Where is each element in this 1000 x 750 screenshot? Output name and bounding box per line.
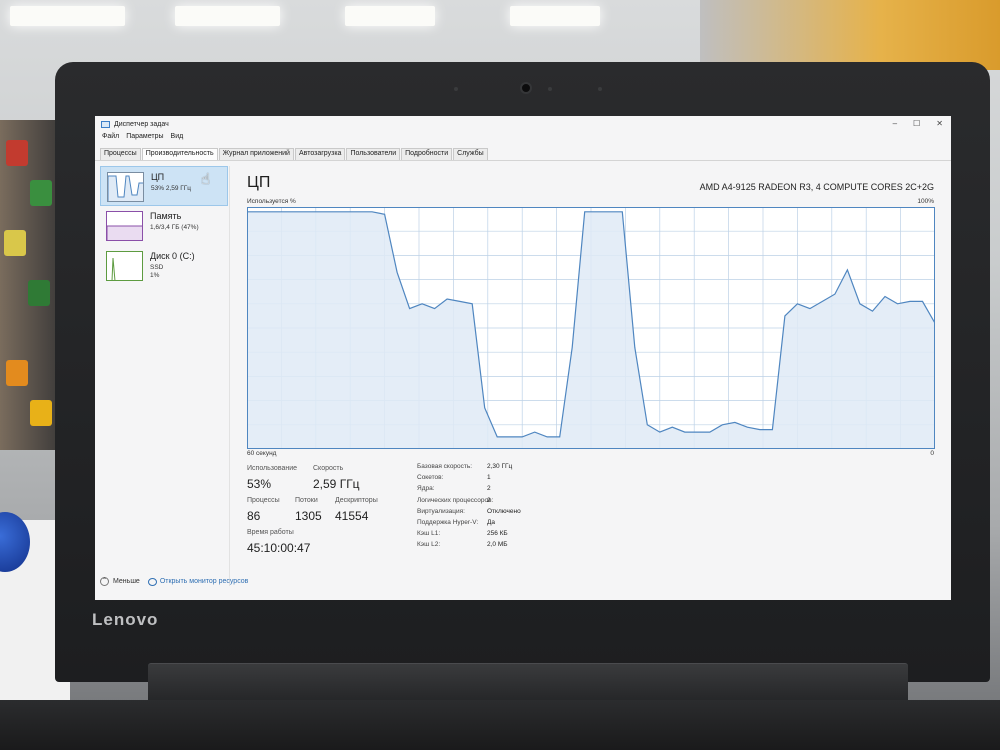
menu-view[interactable]: Вид [171,133,184,140]
cpu-model-name: AMD A4-9125 RADEON R3, 4 COMPUTE CORES 2… [699,182,934,192]
tab-divider [95,160,951,161]
handles-label: Дескрипторы [335,497,378,504]
sidebar-disk-type: SSD [150,264,164,271]
title-bar[interactable]: Диспетчер задач – ☐ ✕ [95,116,951,132]
tab-strip: Процессы Производительность Журнал прило… [100,148,489,160]
store-shelf-left [0,120,60,450]
memory-thumbnail-graph [106,211,143,241]
uptime-label: Время работы [247,529,294,536]
resource-monitor-icon [147,577,157,586]
laptop-base [0,700,1000,750]
spec-label: Ядра: [417,485,435,493]
sidebar-memory-sub: 1,6/3,4 ГБ (47%) [150,224,199,231]
spec-label: Кэш L1: [417,530,441,538]
spec-label: Базовая скорость: [417,463,473,470]
usage-value: 53% [247,477,272,491]
tab-app-history[interactable]: Журнал приложений [218,148,294,160]
footer-bar: ⌃ Меньше Открыть монитор ресурсов [100,577,248,586]
sidebar-item-cpu[interactable]: ЦП 53% 2,59 ГГц ☝ [100,166,228,206]
spec-value: 256 КБ [487,530,508,538]
tab-services[interactable]: Службы [453,148,488,160]
webcam-mic [598,87,602,91]
maximize-button[interactable]: ☐ [913,119,920,128]
hand-cursor-icon: ☝ [201,171,211,188]
sidebar-cpu-sub: 53% 2,59 ГГц [151,185,192,192]
ceiling-light [10,6,125,26]
menu-options[interactable]: Параметры [126,133,163,140]
uptime-value: 45:10:00:47 [247,541,311,555]
threads-label: Потоки [295,497,318,504]
spec-label: Виртуализация: [417,507,465,515]
task-manager-icon [101,120,110,128]
cpu-thumbnail-graph [107,172,144,202]
webcam [520,82,532,94]
spec-label: Поддержка Hyper-V: [417,519,479,526]
spec-value: 1 [487,474,491,482]
window-title: Диспетчер задач [114,120,169,128]
cpu-usage-graph [247,207,935,449]
sidebar-item-disk[interactable]: Диск 0 (C:) SSD 1% [100,246,228,286]
handles-value: 41554 [335,509,369,523]
webcam-mic [454,87,458,91]
sidebar-disk-sub: SSD 1% [150,264,163,280]
menu-file[interactable]: Файл [102,133,119,140]
spec-value: Отключено [487,507,521,515]
spec-value: 2,0 МБ [487,541,508,549]
speed-value: 2,59 ГГц [313,477,360,491]
page-title: ЦП [247,174,271,191]
graph-time-label: 60 секунд [247,450,277,457]
speed-label: Скорость [313,465,344,472]
brand-logo: Lenovo [92,610,159,629]
ceiling-light [175,6,280,26]
tab-details[interactable]: Подробности [401,148,453,160]
threads-value: 1305 [295,509,322,523]
sidebar-disk-title: Диск 0 (C:) [150,251,195,261]
tab-startup[interactable]: Автозагрузка [294,148,346,160]
sidebar-cpu-title: ЦП [151,172,165,182]
ceiling-light [510,6,600,26]
tab-processes[interactable]: Процессы [100,148,141,160]
fewer-details-link[interactable]: Меньше [113,578,140,585]
processes-label: Процессы [247,497,280,504]
close-button[interactable]: ✕ [936,119,943,128]
laptop-hinge [148,663,908,705]
sidebar-item-memory[interactable]: Память 1,6/3,4 ГБ (47%) [100,206,228,246]
spec-value: Да [487,519,496,526]
spec-label: Сокетов: [417,474,444,482]
spec-value: 2,30 ГГц [487,463,513,470]
graph-min-label: 0 [930,450,934,457]
disk-thumbnail-graph [106,251,143,281]
spec-label: Кэш L2: [417,541,441,549]
graph-max-label: 100% [917,198,934,205]
processes-value: 86 [247,509,261,523]
task-manager-window: Диспетчер задач – ☐ ✕ Файл Параметры Вид… [95,116,951,600]
minimize-button[interactable]: – [893,119,897,128]
sidebar-memory-title: Память [150,211,182,221]
ceiling-light [345,6,435,26]
open-resource-monitor-link[interactable]: Открыть монитор ресурсов [160,578,249,585]
chevron-up-icon[interactable]: ⌃ [100,577,109,586]
tab-users[interactable]: Пользователи [346,148,401,160]
store-shelf-right [700,0,1000,70]
spec-value: 2 [487,496,491,504]
menu-bar: Файл Параметры Вид [102,133,183,140]
spec-label: Логических процессоров: [417,496,494,504]
tab-performance[interactable]: Производительность [141,148,218,160]
resource-sidebar: ЦП 53% 2,59 ГГц ☝ Память 1,6/3,4 ГБ (47%… [100,166,230,586]
sidebar-disk-usage: 1% [150,272,160,279]
usage-label: Использование [247,465,298,472]
webcam-led [548,87,552,91]
spec-value: 2 [487,485,491,493]
graph-y-label: Используется % [247,198,296,205]
